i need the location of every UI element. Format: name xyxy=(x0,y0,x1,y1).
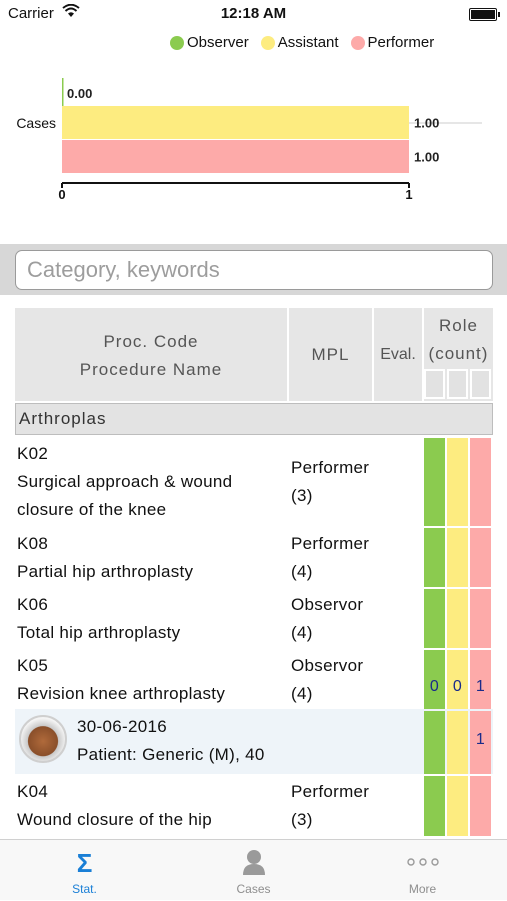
proc-name: Partial hip arthroplasty xyxy=(17,562,194,581)
proc-name: Revision knee arthroplasty xyxy=(17,684,226,703)
data-label: 0.00 xyxy=(67,86,92,101)
observer-column xyxy=(424,589,445,648)
header-mpl: MPL xyxy=(289,308,374,401)
data-label: 1.00 xyxy=(414,150,439,165)
patient-avatar xyxy=(19,715,67,763)
legend-label: Performer xyxy=(367,34,435,51)
mpl-count: (4) xyxy=(291,684,313,703)
header-proc-name: Procedure Name xyxy=(79,360,223,379)
more-dots-icon xyxy=(338,848,507,878)
sigma-icon: Σ xyxy=(76,848,93,878)
observer-column xyxy=(424,776,445,836)
header-proc-code: Proc. Code xyxy=(103,332,199,351)
table-header: Proc. Code Procedure Name MPL Eval. Role… xyxy=(15,308,493,401)
case-row[interactable]: 30-06-2016 Patient: Generic (M), 40 1 xyxy=(15,709,493,774)
role-bar-chart: Cases 0.00 1.00 1.00 0 1 xyxy=(16,78,482,202)
procedure-list: K02 Surgical approach & wound closure of… xyxy=(15,436,493,836)
data-label: 1.00 xyxy=(414,116,439,131)
header-procedure: Proc. Code Procedure Name xyxy=(15,308,289,401)
search-field-container xyxy=(15,250,493,290)
x-tick-label: 0 xyxy=(58,187,65,202)
mpl-count: (4) xyxy=(291,562,313,581)
tab-label: More xyxy=(408,882,437,896)
table-row[interactable]: K08 Partial hip arthroplasty Performer (… xyxy=(15,526,493,587)
chart-legend: Observer Assistant Performer xyxy=(170,34,446,51)
observer-column xyxy=(424,438,445,526)
header-role-count: (count) xyxy=(428,344,489,363)
observer-count: 0 xyxy=(429,678,440,695)
table-row[interactable]: K04 Wound closure of the hip Performer (… xyxy=(15,774,493,836)
proc-name: Surgical approach & wound closure of the… xyxy=(17,472,233,519)
header-role-observer-col xyxy=(424,369,445,399)
header-role-performer-col xyxy=(470,369,491,399)
performer-count: 1 xyxy=(475,678,486,695)
proc-code: K08 xyxy=(17,534,49,553)
clock: 12:18 AM xyxy=(220,5,287,22)
mpl-role: Performer xyxy=(291,782,370,801)
legend-item-assistant: Assistant xyxy=(260,34,339,51)
assistant-count: 0 xyxy=(452,678,463,695)
proc-name: Wound closure of the hip xyxy=(17,810,212,829)
proc-name: Total hip arthroplasty xyxy=(17,623,181,642)
assistant-column xyxy=(447,589,468,648)
assistant-column xyxy=(447,528,468,587)
tab-stat[interactable]: Σ Stat. xyxy=(0,840,169,901)
legend-item-performer: Performer xyxy=(350,34,435,51)
tab-label: Stat. xyxy=(72,882,97,896)
legend-label: Observer xyxy=(187,34,249,51)
table-row[interactable]: K06 Total hip arthroplasty Observor (4) xyxy=(15,587,493,648)
case-date: 30-06-2016 xyxy=(77,717,167,736)
table-row[interactable]: K02 Surgical approach & wound closure of… xyxy=(15,436,493,526)
mpl-role: Observor xyxy=(291,595,364,614)
tab-bar: Σ Stat. Cases More xyxy=(0,839,507,900)
performer-column xyxy=(470,528,491,587)
proc-code: K04 xyxy=(17,782,49,801)
category-label: Cases xyxy=(16,115,56,131)
bar-observer xyxy=(62,78,64,108)
observer-column xyxy=(424,528,445,587)
bar-performer xyxy=(62,140,409,173)
header-role: Role (count) xyxy=(424,308,493,401)
mpl-role: Observor xyxy=(291,656,364,675)
observer-column xyxy=(424,711,445,774)
legend-swatch xyxy=(170,35,184,50)
header-role-label: Role xyxy=(439,316,478,335)
performer-count: 1 xyxy=(475,731,486,748)
assistant-column xyxy=(447,711,468,774)
mpl-count: (4) xyxy=(291,623,313,642)
performer-column xyxy=(470,438,491,526)
bar-assistant xyxy=(62,106,409,139)
mpl-count: (3) xyxy=(291,810,313,829)
mpl-count: (3) xyxy=(291,486,313,505)
assistant-column xyxy=(447,776,468,836)
person-icon xyxy=(169,848,338,878)
search-bar xyxy=(0,244,507,295)
category-header[interactable]: Arthroplas xyxy=(15,403,493,435)
proc-code: K05 xyxy=(17,656,49,675)
case-patient: Patient: Generic (M), 40 xyxy=(77,745,265,764)
tab-more[interactable]: More xyxy=(338,840,507,901)
tab-cases[interactable]: Cases xyxy=(169,840,338,901)
mpl-role: Performer xyxy=(291,458,370,477)
mpl-role: Performer xyxy=(291,534,370,553)
legend-swatch xyxy=(350,35,365,50)
header-eval: Eval. xyxy=(374,308,424,401)
assistant-column xyxy=(447,438,468,526)
search-input[interactable] xyxy=(16,251,492,289)
proc-code: K06 xyxy=(17,595,49,614)
battery-icon xyxy=(469,8,500,21)
header-role-assistant-col xyxy=(447,369,468,399)
x-tick-label: 1 xyxy=(405,187,412,202)
performer-column xyxy=(470,589,491,648)
tab-label: Cases xyxy=(236,882,271,896)
status-bar: Carrier 12:18 AM xyxy=(0,0,507,28)
legend-item-observer: Observer xyxy=(170,34,249,51)
proc-code: K02 xyxy=(17,444,49,463)
legend-label: Assistant xyxy=(277,34,339,51)
performer-column xyxy=(470,776,491,836)
legend-swatch xyxy=(260,35,275,50)
table-row[interactable]: K05 Revision knee arthroplasty Observor … xyxy=(15,648,493,709)
